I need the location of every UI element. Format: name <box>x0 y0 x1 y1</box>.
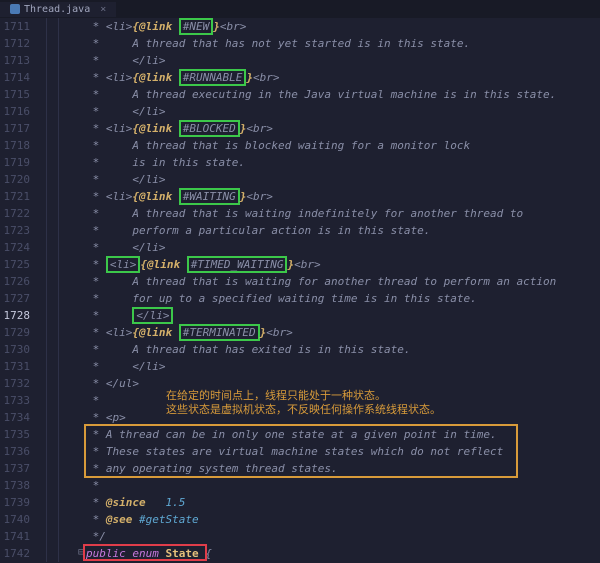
code-line[interactable]: * <li>{@link #TERMINATED}<br> <box>86 324 600 341</box>
code-editor[interactable]: 1711171217131714171517161717171817191720… <box>0 18 600 563</box>
code-line[interactable]: * </li> <box>86 171 600 188</box>
line-gutter: 1711171217131714171517161717171817191720… <box>0 18 38 563</box>
code-line[interactable]: * </li> <box>86 52 600 69</box>
code-line[interactable]: * <li>{@link #BLOCKED}<br> <box>86 120 600 137</box>
code-line[interactable]: * A thread that has exited is in this st… <box>86 341 600 358</box>
fold-gutter: ⊟ <box>38 18 86 563</box>
code-line[interactable]: * </li> <box>86 307 600 324</box>
editor-tab[interactable]: Thread.java × <box>0 2 116 17</box>
code-line[interactable]: * any operating system thread states. <box>86 460 600 477</box>
code-line[interactable]: * @see #getState <box>86 511 600 528</box>
code-line[interactable]: * A thread that is blocked waiting for a… <box>86 137 600 154</box>
code-line[interactable]: * </li> <box>86 358 600 375</box>
code-line[interactable]: * A thread that has not yet started is i… <box>86 35 600 52</box>
java-file-icon <box>10 4 20 14</box>
code-line[interactable]: * <li>{@link #WAITING}<br> <box>86 188 600 205</box>
code-area[interactable]: * <li>{@link #NEW}<br> * A thread that h… <box>86 18 600 563</box>
code-line[interactable]: * for up to a specified waiting time is … <box>86 290 600 307</box>
code-line[interactable]: * A thread that is waiting for another t… <box>86 273 600 290</box>
code-line[interactable]: * </li> <box>86 239 600 256</box>
code-line[interactable]: * </li> <box>86 103 600 120</box>
code-line[interactable]: * <box>86 392 600 409</box>
tab-title: Thread.java <box>24 4 90 15</box>
code-line[interactable]: * is in this state. <box>86 154 600 171</box>
code-line[interactable]: * A thread executing in the Java virtual… <box>86 86 600 103</box>
code-line[interactable]: * <box>86 477 600 494</box>
code-line[interactable]: * A thread that is waiting indefinitely … <box>86 205 600 222</box>
code-line[interactable]: * perform a particular action is in this… <box>86 222 600 239</box>
code-line[interactable]: public enum State { <box>86 545 600 562</box>
code-line[interactable]: * </ul> <box>86 375 600 392</box>
close-icon[interactable]: × <box>100 4 106 15</box>
tab-bar: Thread.java × <box>0 0 600 18</box>
code-line[interactable]: * <li>{@link #RUNNABLE}<br> <box>86 69 600 86</box>
code-line[interactable]: * <p> <box>86 409 600 426</box>
fold-icon[interactable]: ⊟ <box>78 547 84 558</box>
code-line[interactable]: * A thread can be in only one state at a… <box>86 426 600 443</box>
code-line[interactable]: */ <box>86 528 600 545</box>
code-line[interactable]: * @since 1.5 <box>86 494 600 511</box>
code-line[interactable]: * These states are virtual machine state… <box>86 443 600 460</box>
code-line[interactable]: * <li>{@link #NEW}<br> <box>86 18 600 35</box>
code-line[interactable]: * <li>{@link #TIMED_WAITING}<br> <box>86 256 600 273</box>
